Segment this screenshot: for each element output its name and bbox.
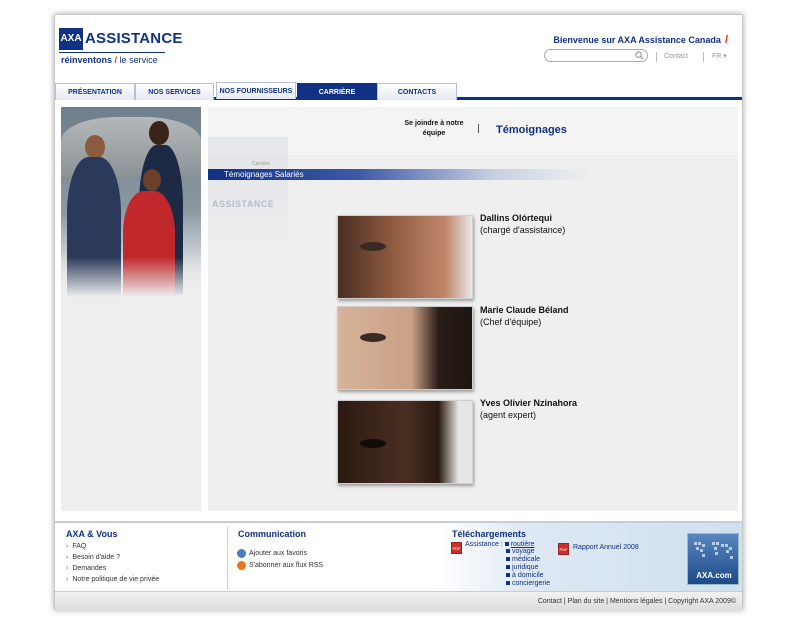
- tab-nos-fournisseurs[interactable]: NOS FOURNISSEURS: [216, 82, 296, 99]
- header-divider: [656, 52, 657, 62]
- testimonial-name[interactable]: Yves Olivier Nzinahora: [480, 398, 577, 408]
- axa-watermark-shape: [208, 137, 288, 257]
- assistance-label: Assistance : routière: [465, 541, 534, 548]
- bottom-bar: Contact | Plan du site | Mentions légale…: [55, 591, 742, 611]
- download-label: médicale: [512, 556, 541, 563]
- welcome-label: Bienvenue sur AXA Assistance Canada: [553, 35, 721, 45]
- footer-link-faq[interactable]: › FAQ: [66, 543, 86, 550]
- photo-detail: [360, 242, 386, 251]
- footer-communication-title: Communication: [238, 529, 307, 539]
- pdf-icon: PDF: [451, 542, 462, 554]
- bullet-icon: [506, 581, 510, 586]
- bottom-links[interactable]: Contact | Plan du site | Mentions légale…: [538, 598, 736, 605]
- world-map-icon: [694, 542, 733, 559]
- footer-link-label: FAQ: [72, 543, 87, 550]
- left-column: [61, 107, 201, 511]
- tagline-slash: /: [114, 55, 118, 65]
- download-domicile[interactable]: à domicile: [506, 572, 544, 579]
- breadcrumb[interactable]: Carrière: [252, 161, 270, 167]
- search-icon[interactable]: [635, 51, 644, 60]
- star-icon: [237, 549, 246, 558]
- page-frame: AXA ASSISTANCE réinventons / le service …: [54, 14, 743, 611]
- subnav-divider: [478, 124, 479, 133]
- main-nav: PRÉSENTATION NOS SERVICES NOS FOURNISSEU…: [55, 82, 742, 100]
- bullet-icon: [506, 557, 510, 562]
- tab-carriere[interactable]: CARRIÈRE: [297, 83, 377, 100]
- section-title: Témoignages Salariés: [224, 170, 304, 179]
- assistance-watermark: ASSISTANCE: [212, 199, 275, 209]
- add-favorites-link[interactable]: Ajouter aux favoris: [249, 550, 307, 557]
- annual-report-link[interactable]: Rapport Annuel 2008: [573, 544, 639, 551]
- tab-contacts[interactable]: CONTACTS: [377, 83, 457, 100]
- footer-link-label: Besoin d'aide ?: [72, 554, 120, 561]
- download-label: conciergerie: [512, 580, 551, 587]
- tab-testimonials[interactable]: Témoignages: [496, 124, 567, 136]
- download-juridique[interactable]: juridique: [506, 564, 538, 571]
- assistance-label-text: Assistance :: [465, 541, 503, 548]
- axa-logo-mark: AXA: [59, 28, 83, 50]
- welcome-slash: /: [724, 34, 728, 46]
- footer-divider: [227, 527, 228, 589]
- download-label: à domicile: [512, 572, 544, 579]
- download-label: voyage: [512, 548, 535, 555]
- bullet-icon: [506, 549, 510, 554]
- photo-detail: [360, 439, 386, 448]
- tab-join-team[interactable]: Se joindre à notre équipe: [394, 119, 474, 139]
- footer-link-help[interactable]: › Besoin d'aide ?: [66, 554, 120, 561]
- tagline-rest: le service: [119, 55, 158, 65]
- bullet-icon: [506, 573, 510, 578]
- photo-head: [143, 169, 161, 191]
- download-label: juridique: [512, 564, 539, 571]
- bullet-icon: [504, 542, 509, 547]
- main-content: Se joindre à notre équipe Témoignages Ca…: [208, 107, 738, 511]
- rss-icon: [237, 561, 246, 570]
- testimonial-photo[interactable]: [337, 215, 473, 299]
- footer-downloads-title: Téléchargements: [452, 529, 527, 539]
- testimonial-photo[interactable]: [337, 306, 473, 390]
- footer-link-privacy[interactable]: › Notre politique de vie privée: [66, 576, 159, 583]
- photo-head: [149, 121, 169, 145]
- rss-subscribe-link[interactable]: S'abonner aux flux RSS: [249, 562, 323, 569]
- footer: AXA & Vous › FAQ › Besoin d'aide ? › Demand…: [55, 521, 742, 591]
- footer-link-requests[interactable]: › Demandes: [66, 565, 106, 572]
- testimonial-role: (Chef d'équipe): [480, 317, 542, 327]
- chevron-right-icon: ›: [66, 565, 69, 572]
- testimonial-role: (agent expert): [480, 410, 537, 420]
- footer-link-label: Demandes: [72, 565, 107, 572]
- photo-head: [85, 135, 105, 159]
- footer-link-label: Notre politique de vie privée: [72, 576, 160, 583]
- testimonial-name[interactable]: Marie Claude Béland: [480, 305, 569, 315]
- photo-fade: [61, 257, 201, 297]
- header-divider: [703, 52, 704, 62]
- photo-detail: [360, 333, 386, 342]
- logo-wordmark: ASSISTANCE: [85, 30, 183, 47]
- download-medicale[interactable]: médicale: [506, 556, 540, 563]
- team-photo: [61, 107, 201, 297]
- tagline: réinventons / le service: [61, 55, 158, 65]
- testimonial-name[interactable]: Dallins Olórtequi: [480, 213, 552, 223]
- axa-assistance-logo[interactable]: AXA ASSISTANCE réinventons / le service: [59, 28, 182, 68]
- language-selector[interactable]: FR ▾: [712, 52, 727, 60]
- pdf-icon: PDF: [558, 543, 569, 555]
- axa-com-label: AXA.com: [696, 571, 732, 580]
- axa-com-badge[interactable]: AXA.com: [687, 533, 739, 585]
- download-conciergerie[interactable]: conciergerie: [506, 580, 550, 587]
- tagline-bold: réinventons: [61, 55, 113, 65]
- chevron-right-icon: ›: [66, 576, 69, 583]
- download-voyage[interactable]: voyage: [506, 548, 535, 555]
- chevron-right-icon: ›: [66, 543, 69, 550]
- contact-link[interactable]: Contact: [664, 53, 688, 60]
- welcome-text: Bienvenue sur AXA Assistance Canada /: [553, 34, 728, 46]
- tab-presentation[interactable]: PRÉSENTATION: [55, 83, 135, 100]
- chevron-right-icon: ›: [66, 554, 69, 561]
- search-input[interactable]: [544, 49, 648, 62]
- bullet-icon: [506, 565, 510, 570]
- download-routiere[interactable]: routière: [511, 541, 535, 548]
- tab-nos-services[interactable]: NOS SERVICES: [135, 83, 214, 100]
- footer-axa-vous-title: AXA & Vous: [66, 529, 118, 539]
- testimonial-role: (chargé d'assistance): [480, 225, 566, 235]
- logo-divider: [59, 52, 165, 53]
- testimonial-photo[interactable]: [337, 400, 473, 484]
